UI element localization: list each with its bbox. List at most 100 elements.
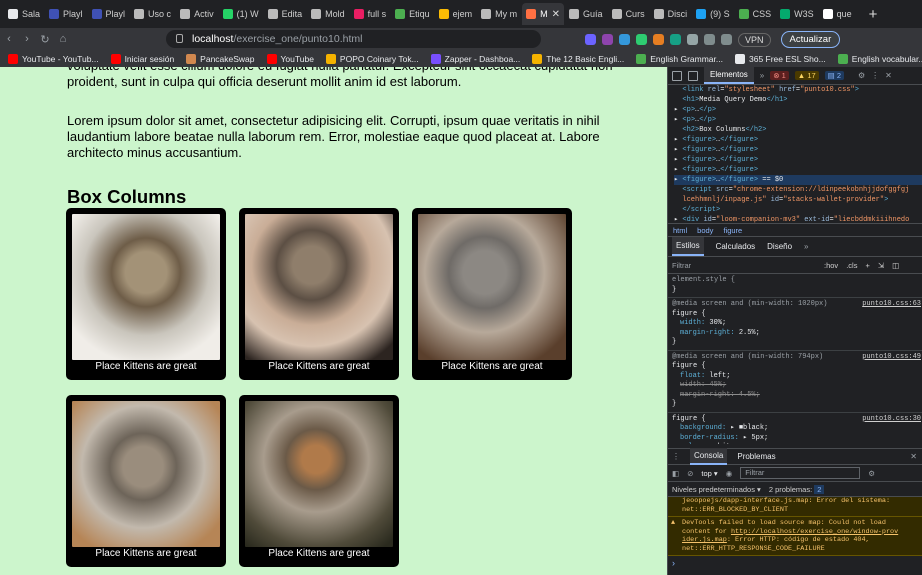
browser-tab[interactable]: W3S	[776, 3, 818, 25]
dom-node[interactable]: <link rel="stylesheet" href="punto10.css…	[674, 85, 922, 95]
extension-icon[interactable]	[653, 34, 664, 45]
sidebar-icon[interactable]: ◫	[892, 261, 899, 270]
sidebar-icon[interactable]	[704, 34, 715, 45]
browser-tab[interactable]: ejem	[435, 3, 477, 25]
styles-filter[interactable]: Filtrar :hov .cls + ⇲ ◫	[668, 257, 922, 274]
gear-icon[interactable]: ⚙	[858, 71, 865, 80]
browser-tab[interactable]: Uso c	[130, 3, 175, 25]
browser-tab[interactable]: Mold	[307, 3, 349, 25]
dom-node[interactable]: <script src="chrome-extension://ldinpeek…	[674, 185, 922, 195]
crumb[interactable]: body	[697, 226, 713, 235]
browser-tab[interactable]: que	[819, 3, 856, 25]
bookmark-item[interactable]: The 12 Basic Engli...	[532, 53, 624, 64]
dom-node[interactable]: <h2>Box Columns</h2>	[674, 125, 922, 135]
browser-tab[interactable]: full s	[350, 3, 391, 25]
dom-node[interactable]: ▸ <figure>…</figure>	[674, 155, 922, 165]
close-icon[interactable]: ✕	[910, 452, 917, 461]
hov-button[interactable]: :hov	[824, 261, 838, 270]
dom-node[interactable]: ▸ <p>…</p>	[674, 105, 922, 115]
source-map-link[interactable]: ider.js.map	[682, 536, 727, 544]
source-link[interactable]: punto10.css:49	[862, 353, 921, 363]
tab-console[interactable]: Consola	[690, 448, 728, 465]
browser-tab[interactable]: (9) S	[692, 3, 734, 25]
style-rule[interactable]: @media screen and (min-width: 794px) pun…	[668, 351, 922, 413]
dom-node[interactable]: ▸ <figure>…</figure>	[674, 165, 922, 175]
sidebar-icon[interactable]: ◧	[672, 469, 679, 478]
clear-icon[interactable]: ⊘	[687, 469, 693, 478]
browser-tab[interactable]: CSS	[735, 3, 776, 25]
extension-icon[interactable]	[619, 34, 630, 45]
dom-node[interactable]: ▸ <figure>…</figure>	[674, 135, 922, 145]
eye-icon[interactable]: ◉	[726, 469, 733, 478]
bookmark-item[interactable]: POPO Coinary Tok...	[325, 53, 419, 64]
dom-node[interactable]: ▸ <figure>…</figure>	[674, 145, 922, 155]
kebab-menu-icon[interactable]: ⋮	[672, 452, 680, 461]
toggle-icon[interactable]: ⇲	[878, 261, 884, 270]
more-tabs-icon[interactable]: »	[760, 71, 764, 80]
bookmark-item[interactable]: YouTube	[266, 53, 314, 64]
issues-indicator[interactable]: 2 problemas: 2	[769, 484, 825, 494]
browser-tab[interactable]: Curs	[608, 3, 649, 25]
info-badge[interactable]: ▤ 2	[824, 71, 844, 80]
reload-icon[interactable]: ↻	[36, 33, 54, 46]
puzzle-icon[interactable]	[687, 34, 698, 45]
warning-badge[interactable]: ▲ 17	[794, 71, 819, 80]
tab-elements[interactable]: Elementos	[704, 67, 754, 84]
inspect-icon[interactable]	[672, 70, 682, 81]
close-tab-icon[interactable]: ✕	[552, 9, 560, 20]
extension-icon[interactable]	[602, 34, 613, 45]
bookmark-item[interactable]: English vocabular...	[837, 53, 922, 64]
browser-tab[interactable]: Sala	[4, 3, 44, 25]
browser-tab[interactable]: Activ	[176, 3, 218, 25]
crumb[interactable]: html	[673, 226, 687, 235]
levels-select[interactable]: Niveles predeterminados ▾	[672, 485, 761, 494]
bookmark-item[interactable]: Zapper - Dashboa...	[430, 53, 520, 64]
style-rule[interactable]: element.style {}	[668, 274, 922, 298]
cls-button[interactable]: .cls	[846, 261, 857, 270]
extension-icon[interactable]	[585, 34, 596, 45]
kebab-menu-icon[interactable]: ⋮	[871, 71, 879, 80]
dom-node[interactable]: </script>	[674, 205, 922, 215]
tab-layout[interactable]: Diseño	[767, 242, 792, 251]
browser-tab[interactable]: M ✕	[522, 3, 565, 25]
bookmark-item[interactable]: English Grammar...	[636, 53, 723, 64]
browser-tab[interactable]: (1) W	[219, 3, 263, 25]
gear-icon[interactable]: ⚙	[868, 469, 875, 478]
tab-issues[interactable]: Problemas	[737, 452, 775, 461]
browser-tab[interactable]: Disci	[650, 3, 692, 25]
style-rule[interactable]: punto10.css:30 figure { background: ▸ ■b…	[668, 413, 922, 445]
browser-tab[interactable]: Playl	[88, 3, 130, 25]
extension-icon[interactable]	[670, 34, 681, 45]
forward-icon[interactable]: ›	[18, 33, 36, 45]
browser-tab[interactable]: Playl	[45, 3, 87, 25]
browser-tab[interactable]: Edita	[264, 3, 307, 25]
source-map-link[interactable]: http://localhost/exercise_one/window-pro…	[731, 528, 898, 536]
source-link[interactable]: punto10.css:63	[862, 300, 921, 310]
back-icon[interactable]: ‹	[0, 33, 18, 45]
wallet-icon[interactable]	[721, 34, 732, 45]
dom-node-selected[interactable]: ▸ <figure>…</figure> == $0	[674, 175, 922, 185]
console-filter-input[interactable]: Filtrar	[740, 467, 861, 479]
bookmark-item[interactable]: Iniciar sesión	[110, 53, 174, 64]
update-button[interactable]: Actualizar	[780, 31, 841, 48]
extension-icon[interactable]	[636, 34, 647, 45]
vpn-button[interactable]: VPN	[738, 32, 771, 47]
error-badge[interactable]: ⊗ 1	[770, 71, 789, 80]
browser-tab[interactable]: Guía	[565, 3, 607, 25]
browser-tab[interactable]: My m	[477, 3, 521, 25]
console-prompt[interactable]: ›	[668, 556, 922, 570]
dom-node[interactable]: lcehhmnlj/inpage.js" id="stacks-wallet-p…	[674, 195, 922, 205]
crumb[interactable]: figure	[723, 226, 742, 235]
dom-node[interactable]: ▸ <p>…</p>	[674, 115, 922, 125]
dom-node[interactable]: <h1>Media Query Demo</h1>	[674, 95, 922, 105]
context-select[interactable]: top ▾	[701, 469, 717, 478]
source-link[interactable]: punto10.css:30	[862, 415, 921, 425]
filter-input[interactable]: Filtrar	[672, 261, 691, 270]
close-icon[interactable]: ✕	[885, 71, 892, 80]
tab-styles[interactable]: Estilos	[672, 237, 704, 256]
dom-node[interactable]: ▸ <div id="loom-companion-mv3" ext-id="l…	[674, 215, 922, 223]
bookmark-item[interactable]: YouTube - YouTub...	[8, 53, 99, 64]
device-icon[interactable]	[688, 70, 698, 81]
new-tab-button[interactable]: +	[869, 6, 878, 23]
add-rule-icon[interactable]: +	[865, 261, 869, 270]
